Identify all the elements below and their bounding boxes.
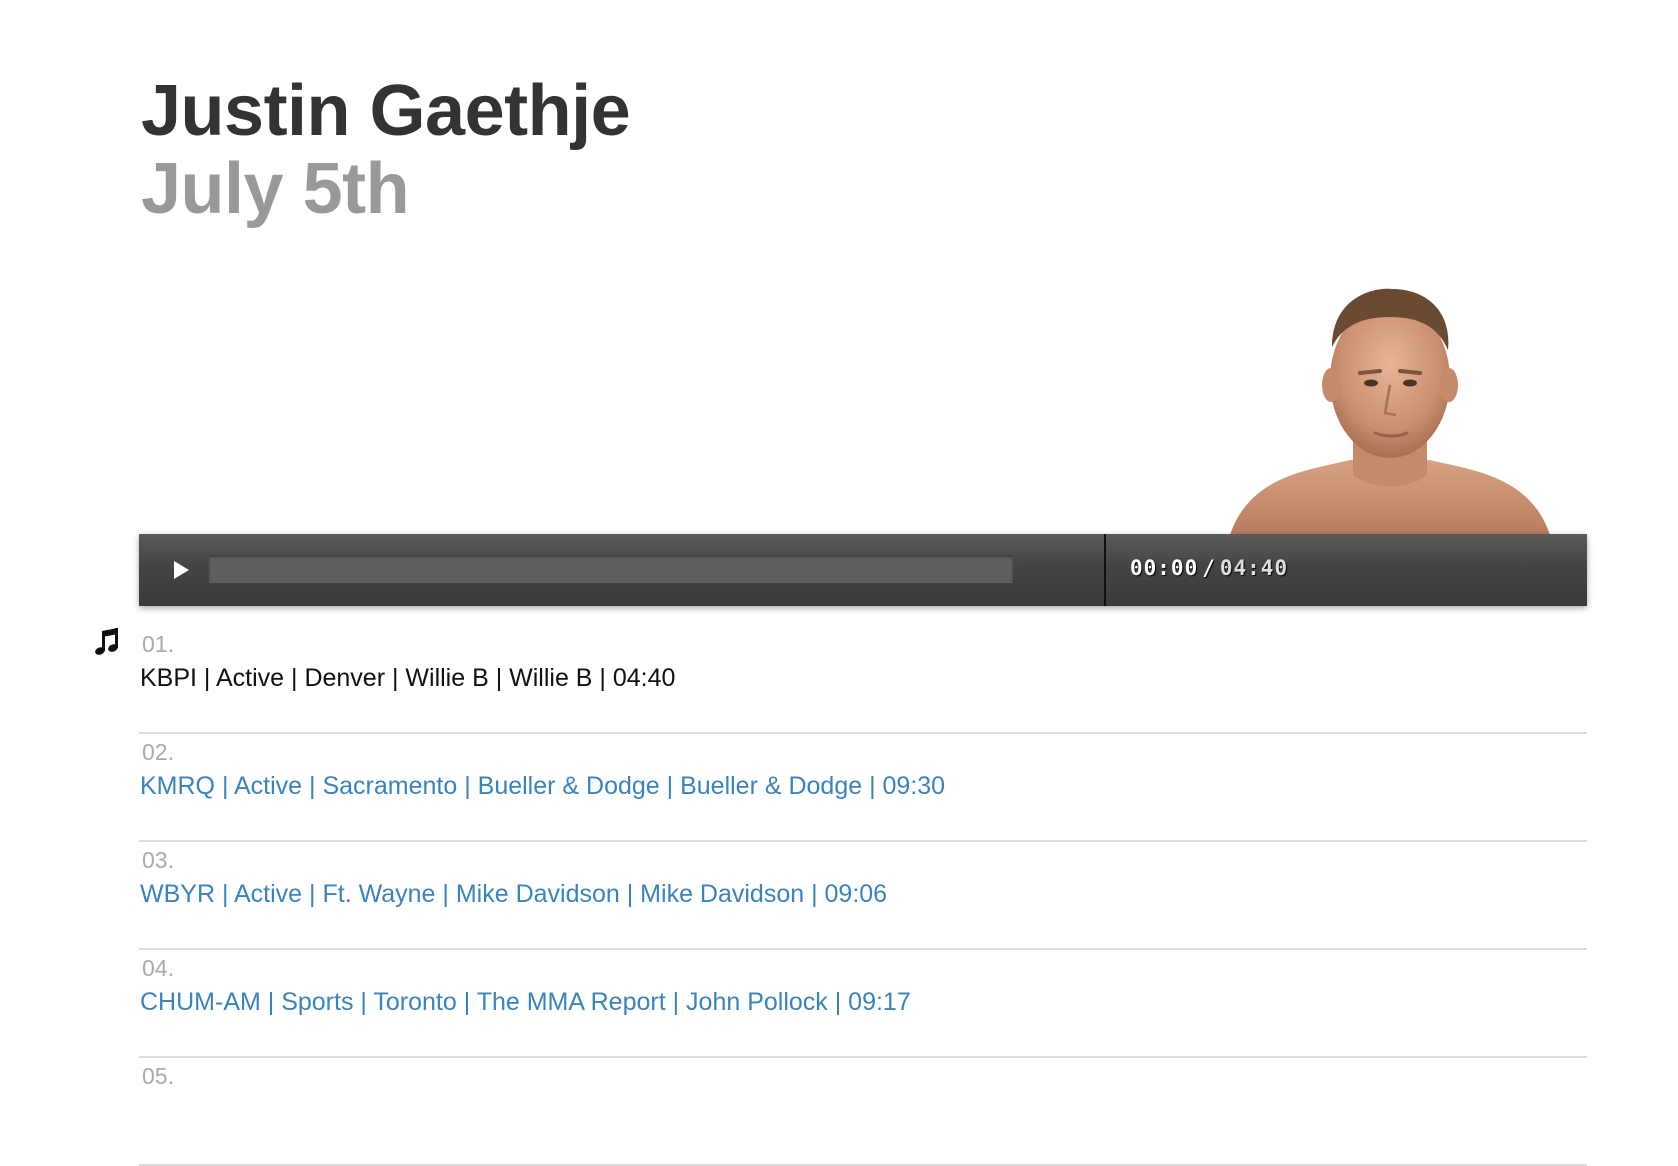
track-link[interactable]: KMRQ | Active | Sacramento | Bueller & D…	[140, 772, 945, 801]
duration: 04:40	[1219, 556, 1289, 580]
track-number: 05.	[142, 1063, 174, 1089]
track-number: 04.	[142, 955, 174, 981]
music-note-icon	[93, 626, 123, 658]
track-number: 03.	[142, 847, 174, 873]
play-button[interactable]	[169, 558, 193, 582]
time-separator: /	[1202, 556, 1216, 580]
playlist: 01. KBPI | Active | Denver | Willie B | …	[95, 626, 1587, 1166]
audio-player: 00:00/04:40	[139, 534, 1587, 606]
playlist-item: 05.	[139, 1058, 1587, 1166]
player-divider	[1104, 534, 1106, 606]
playlist-item: 03. WBYR | Active | Ft. Wayne | Mike Dav…	[139, 842, 1587, 950]
fighter-photo	[1220, 275, 1560, 535]
track-link[interactable]: WBYR | Active | Ft. Wayne | Mike Davidso…	[140, 880, 887, 909]
playlist-item: 02. KMRQ | Active | Sacramento | Bueller…	[139, 734, 1587, 842]
page-header: Justin Gaethje July 5th	[141, 71, 631, 229]
page-title: Justin Gaethje	[141, 71, 631, 151]
progress-bar[interactable]	[209, 555, 1013, 583]
current-time: 00:00	[1130, 556, 1199, 580]
track-link[interactable]: CHUM-AM | Sports | Toronto | The MMA Rep…	[140, 988, 911, 1017]
track-number: 02.	[142, 739, 174, 765]
page-subtitle: July 5th	[141, 149, 410, 229]
track-number: 01.	[142, 631, 174, 657]
playlist-item: 01. KBPI | Active | Denver | Willie B | …	[95, 626, 1587, 734]
play-icon	[174, 561, 189, 579]
track-link[interactable]: KBPI | Active | Denver | Willie B | Will…	[140, 664, 675, 693]
time-display: 00:00/04:40	[1130, 556, 1288, 580]
playlist-item: 04. CHUM-AM | Sports | Toronto | The MMA…	[139, 950, 1587, 1058]
